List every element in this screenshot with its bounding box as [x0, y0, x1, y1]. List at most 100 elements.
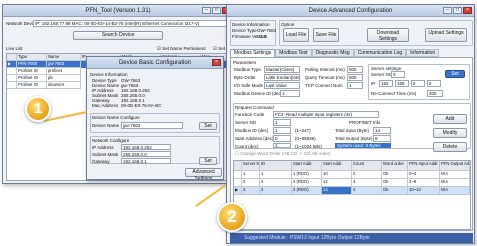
- mac-address-value: 00-0D-E0-76-0A-BC: [121, 103, 162, 108]
- add-button[interactable]: Add: [433, 114, 467, 124]
- set-name-permanent-checkbox[interactable]: ☑ Set Name Permanent: [157, 46, 206, 52]
- total-input-label: Total Input (Byte): [335, 128, 370, 133]
- count-input[interactable]: 1: [273, 143, 291, 148]
- total-output-value: 8: [373, 135, 391, 142]
- modbus-type-select[interactable]: Master(Client): [264, 66, 300, 73]
- subnet-mask-input[interactable]: 255.255.0.0: [121, 151, 171, 157]
- row-type: Profinet IO: [17, 82, 47, 89]
- system-used-badge: System used: 8 Bytes: [335, 143, 391, 148]
- load-file-button[interactable]: Load File: [283, 28, 309, 42]
- function-code-label: Function Code: [235, 112, 265, 117]
- server-no-select[interactable]: 0: [391, 71, 405, 78]
- table-row[interactable]: 2 2 2 (RDO) 12 4 Ok 2~9 N/A: [234, 179, 470, 187]
- maximize-icon[interactable]: □: [212, 7, 221, 14]
- net-mask-label: Subnet Mask: [92, 152, 119, 157]
- set-name-button[interactable]: Set: [199, 122, 217, 130]
- io-safe-mode-select[interactable]: Last Value: [264, 82, 300, 89]
- start-address-label: Start Address (dec): [235, 136, 274, 141]
- tab-modbus-test[interactable]: Modbus Test: [275, 49, 312, 57]
- delete-button[interactable]: Delete: [433, 142, 467, 152]
- live-list-label: Live List: [6, 46, 23, 51]
- set-ip-checkbox[interactable]: ☑ Set: [213, 46, 225, 52]
- network-device-select[interactable]: IP: 192.168.77.98 MAC: 00-0D-E0-14-B2-76…: [33, 20, 231, 27]
- tab-modbus-settings[interactable]: Modbus Settings: [230, 49, 276, 57]
- server-ip-octet-4[interactable]: 2: [427, 80, 441, 87]
- tab-diagnostic-msg[interactable]: Diagnostic Msg: [311, 49, 354, 57]
- header-start-addr: Start Addr.: [292, 161, 322, 171]
- ip-address-input[interactable]: 192.168.0.254: [121, 144, 171, 150]
- start-address-input[interactable]: 0: [273, 135, 291, 142]
- server-ip-octet-2[interactable]: 168: [395, 80, 409, 87]
- server-ip-label: IP: [371, 81, 376, 86]
- header-name: Name: [47, 54, 81, 61]
- reconnect-time-label: Re-Connect Time (ms): [371, 91, 417, 96]
- server-ip-octet-3[interactable]: 2: [411, 80, 425, 87]
- adv-device-info-heading: Device Information: [232, 22, 270, 27]
- download-settings-button[interactable]: Download Settings: [367, 28, 409, 42]
- row-name: profinet: [47, 68, 81, 75]
- modbus-device-id-input[interactable]: 1: [280, 90, 300, 97]
- device-name-input[interactable]: gw-7663: [121, 122, 183, 129]
- cell-start-addr-2: 12: [322, 179, 352, 187]
- cell-server-no: 1: [242, 171, 260, 179]
- polling-interval-input[interactable]: 500: [347, 66, 363, 73]
- close-icon[interactable]: ×: [463, 7, 472, 14]
- option-heading: Option: [281, 22, 295, 27]
- row-type: PFN-7000: [17, 61, 47, 68]
- server-no-req-label: Server NO: [235, 120, 257, 125]
- device-info-heading: Device Information: [90, 72, 128, 77]
- row-spacer: [7, 82, 17, 89]
- search-device-button[interactable]: Search Device: [73, 31, 163, 40]
- callout-badge-2: 2: [217, 202, 247, 232]
- tab-information[interactable]: Information: [406, 49, 440, 57]
- basic-config-title: Device Basic Configuration: [118, 60, 192, 66]
- server-no-req-select[interactable]: 1: [273, 119, 291, 126]
- minimize-icon[interactable]: –: [443, 7, 452, 14]
- adv-device-type-value: GW-7663: [257, 28, 277, 33]
- tcp-connect-input[interactable]: 1: [347, 82, 363, 89]
- header-id: ID: [260, 161, 292, 171]
- close-icon[interactable]: ×: [212, 59, 221, 66]
- cell-start-addr-2: 10: [322, 171, 352, 179]
- query-timeout-input[interactable]: 500: [347, 74, 363, 81]
- table-row[interactable]: ▶ 3 3 3 (RDO) 14 4 Ok 10~13 N/A: [234, 187, 470, 195]
- net-gateway-label: Gateway: [92, 159, 110, 164]
- row-arrow-icon: ▶: [7, 61, 17, 68]
- cell-start-addr: 2 (RDO): [292, 179, 322, 187]
- set-network-button[interactable]: Set: [199, 157, 217, 165]
- upload-settings-button[interactable]: Upload Settings: [425, 28, 467, 42]
- advanced-config-window: Device Advanced Configuration – □ × Devi…: [226, 4, 475, 244]
- byte-order-select[interactable]: Little Endian(Intel): [264, 74, 300, 81]
- gateway-input[interactable]: 192.168.0.1: [121, 158, 171, 164]
- header-start-addr-2: Start Addr.: [322, 161, 352, 171]
- advanced-config-titlebar: Device Advanced Configuration – □ ×: [227, 5, 474, 17]
- maximize-icon[interactable]: □: [453, 7, 462, 14]
- header-pfn-input: PFN Input Addr. (Byte): [408, 161, 440, 171]
- function-code-select[interactable]: FC3: Read multiple input registers (4x): [273, 111, 379, 118]
- command-table-header: Server No. ID Start Addr. Start Addr. Co…: [234, 161, 470, 171]
- tab-communication-log[interactable]: Communication Log: [353, 49, 407, 57]
- server-no-label: Server NO: [371, 72, 393, 77]
- adv-device-type-label: Device Type: [232, 28, 257, 33]
- pfn-tool-title: PFN_Tool (Version 1.31): [85, 8, 151, 14]
- table-row[interactable]: 1 1 1 (RDO) 10 2 Ok 0~4 N/A: [234, 171, 470, 179]
- advanced-config-title: Device Advanced Configuration: [308, 8, 393, 14]
- cell-id: 1: [260, 171, 292, 179]
- server-set-button[interactable]: Set: [445, 70, 465, 78]
- parameters-heading: Parameters: [233, 60, 257, 65]
- server-ip-octet-1[interactable]: 192: [379, 80, 393, 87]
- minimize-icon[interactable]: –: [202, 7, 211, 14]
- advanced-settings-button[interactable]: Advanced Settings: [185, 168, 222, 179]
- modify-button[interactable]: Modify: [433, 128, 467, 138]
- row-type: Profinet IO: [17, 68, 47, 75]
- reconnect-time-input[interactable]: 200: [427, 90, 443, 97]
- change-word-order-checkbox[interactable]: ☐ Change Word Order (AB CD -> CD AB orde…: [235, 151, 331, 157]
- cell-count: 4: [352, 179, 382, 187]
- modbus-id-input[interactable]: 1: [273, 127, 291, 134]
- save-file-button[interactable]: Save File: [313, 28, 339, 42]
- cell-word-order: Ok: [382, 171, 408, 179]
- row-name: gw-7663: [47, 61, 81, 68]
- query-timeout-label: Query Timeout (ms): [305, 75, 345, 80]
- callout-arrow-2: [195, 184, 227, 207]
- suggested-module-status-bar: Suggested Module : PSW13 Input 12Byte Ou…: [230, 233, 473, 243]
